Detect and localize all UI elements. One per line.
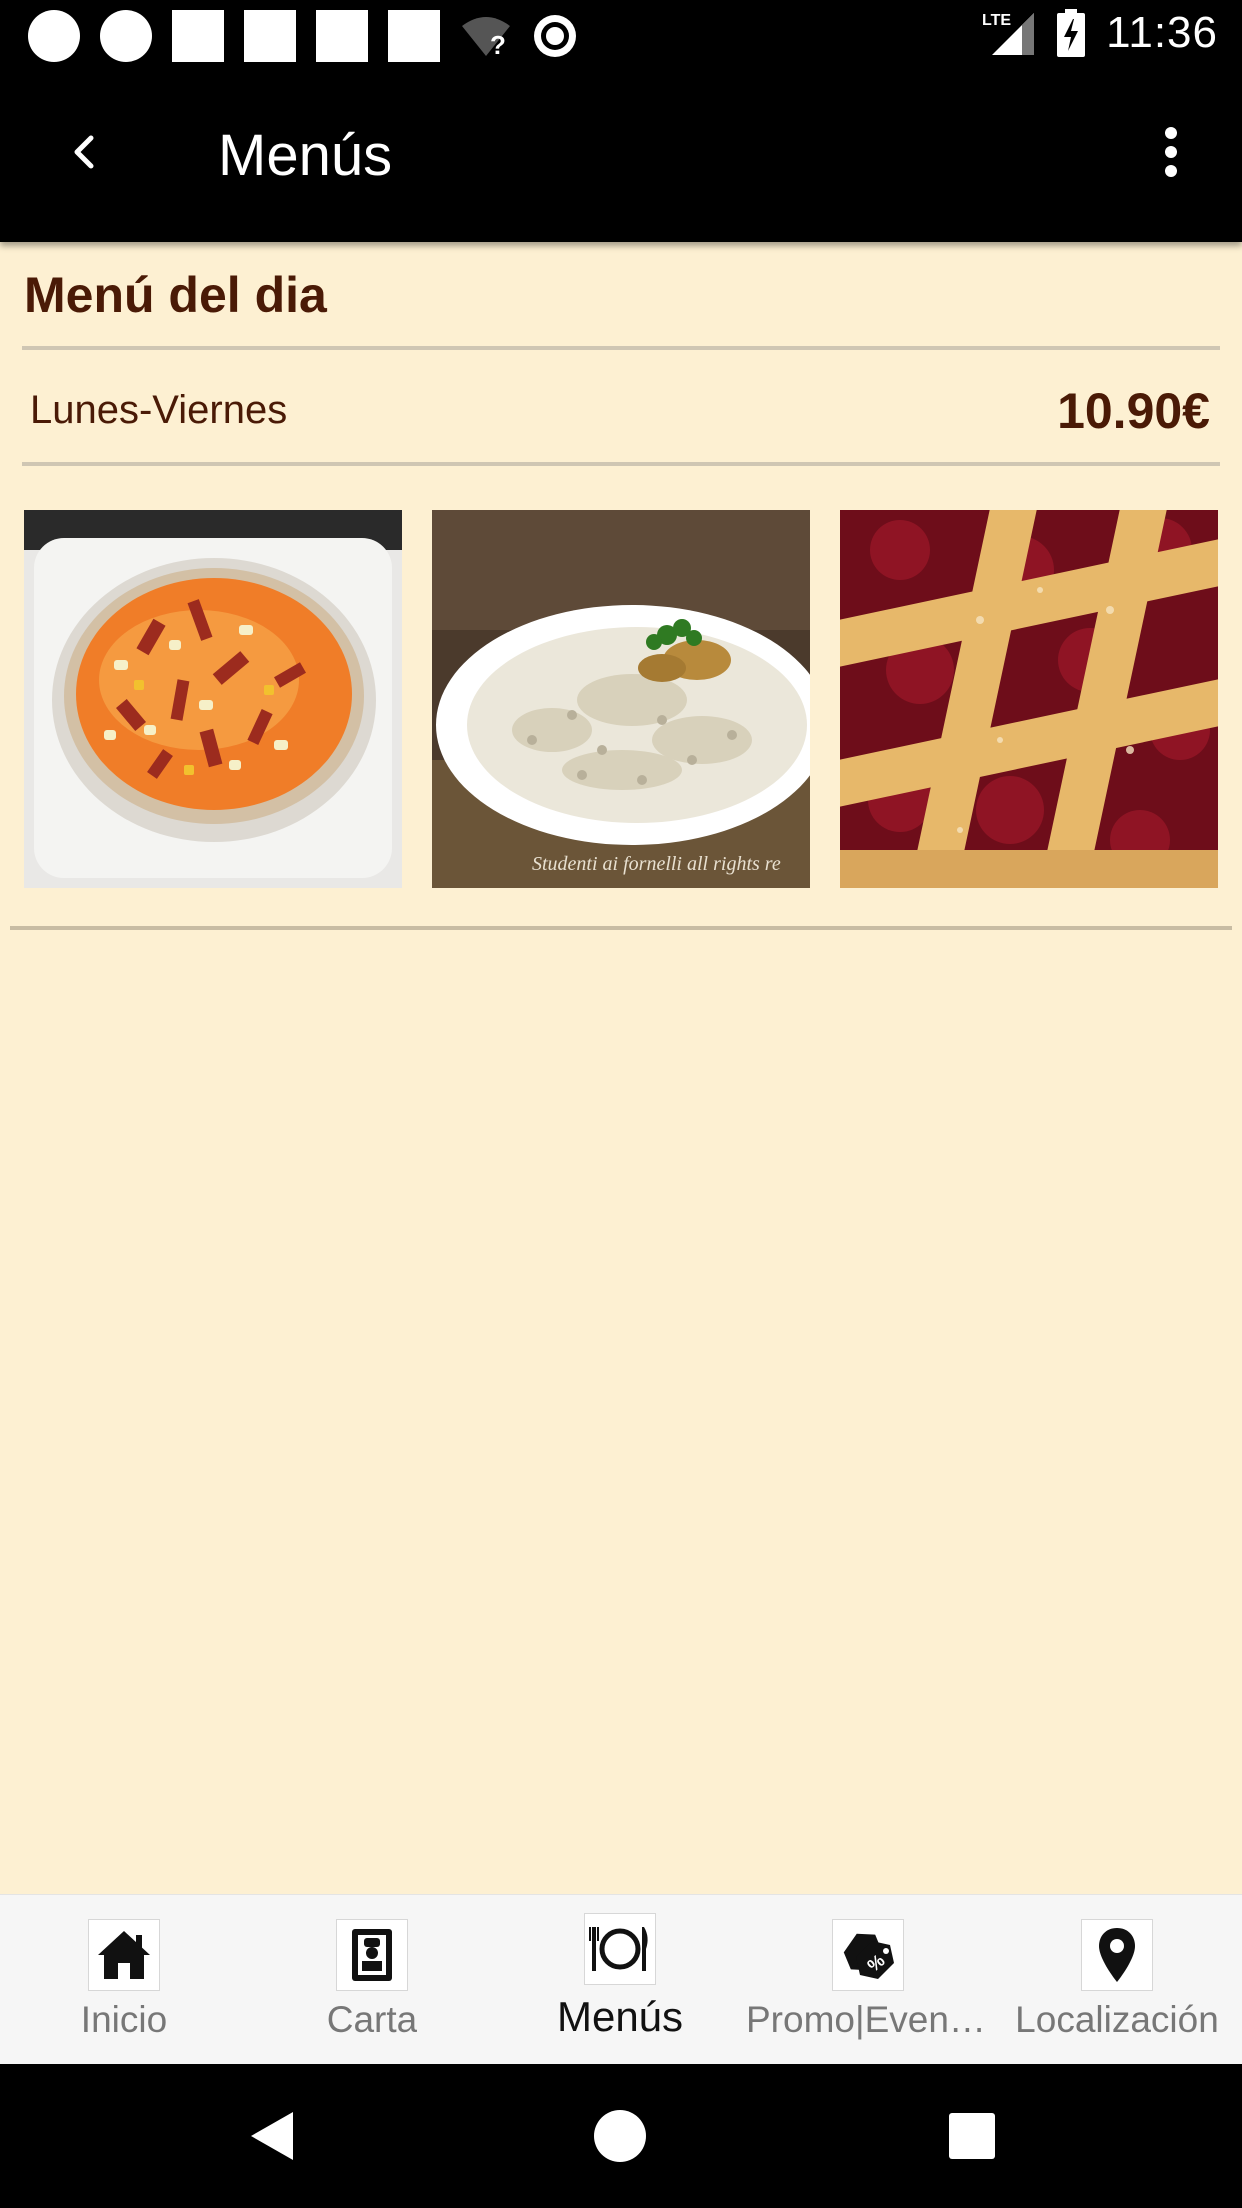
plate-cutlery-icon xyxy=(584,1913,656,1985)
map-pin-icon xyxy=(1081,1919,1153,1991)
notification-square-icon xyxy=(316,10,368,62)
notification-square-icon xyxy=(244,10,296,62)
app-bar: Menús xyxy=(0,72,1242,242)
price-tag-icon: % xyxy=(832,1919,904,1991)
nav-item-carta[interactable]: Carta xyxy=(248,1895,496,2065)
nav-label: Localización xyxy=(1015,1999,1219,2040)
status-bar: ? LTE 11:36 xyxy=(0,0,1242,72)
gazpacho-photo[interactable] xyxy=(24,510,402,888)
nav-label: Promo|Event… xyxy=(746,1999,990,2040)
nav-item-localizacion[interactable]: Localización xyxy=(992,1895,1242,2065)
nav-label: Inicio xyxy=(80,1999,168,2040)
system-home-button[interactable] xyxy=(588,2104,652,2168)
notification-square-icon xyxy=(388,10,440,62)
back-button[interactable] xyxy=(50,117,120,187)
system-recents-button[interactable] xyxy=(940,2104,1004,2168)
menu-title: Menú del dia xyxy=(24,267,327,323)
nav-label: Carta xyxy=(326,1999,418,2040)
notification-circle-icon xyxy=(100,10,152,62)
chevron-left-icon xyxy=(74,135,94,169)
bottom-navigation: Inicio Carta Menús % Promo|Event… Locali… xyxy=(0,1894,1242,2065)
clock: 11:36 xyxy=(1106,8,1218,57)
more-options-button[interactable] xyxy=(1136,117,1206,187)
system-back-button[interactable] xyxy=(240,2104,304,2168)
signal-lte-icon: LTE xyxy=(982,12,1035,55)
wifi-unknown-icon: ? xyxy=(462,17,510,58)
nav-item-inicio[interactable]: Inicio xyxy=(0,1895,248,2065)
risotto-photo[interactable]: Studenti ai fornelli all rights re xyxy=(432,510,810,888)
record-icon xyxy=(534,15,576,57)
notification-square-icon xyxy=(172,10,224,62)
nav-item-promo-events[interactable]: % Promo|Event… xyxy=(744,1895,992,2065)
square-recents-icon xyxy=(949,2113,995,2159)
chef-card-icon xyxy=(336,1919,408,1991)
nav-item-menus[interactable]: Menús xyxy=(496,1895,744,2065)
notification-icons: ? xyxy=(28,10,578,62)
page-title: Menús xyxy=(218,123,393,188)
divider xyxy=(22,462,1220,466)
divider xyxy=(10,926,1232,930)
screen: ? LTE 11:36 Menús Menú del dia Lunes-Vie… xyxy=(0,0,1242,2208)
svg-text:?: ? xyxy=(490,30,506,58)
more-vertical-icon xyxy=(1165,127,1177,177)
triangle-back-icon xyxy=(251,2112,293,2160)
circle-home-icon xyxy=(594,2110,646,2162)
network-type-label: LTE xyxy=(982,12,1011,29)
menu-price: 10.90€ xyxy=(1057,383,1210,439)
battery-charging-icon xyxy=(1057,9,1086,57)
divider xyxy=(22,346,1220,350)
notification-circle-icon xyxy=(28,10,80,62)
system-navigation-bar xyxy=(0,2064,1242,2208)
home-icon xyxy=(88,1919,160,1991)
cherry-pie-photo[interactable] xyxy=(840,510,1218,888)
menu-photos: Studenti ai fornelli all rights re xyxy=(24,510,1218,888)
status-right: LTE 11:36 xyxy=(982,8,1218,58)
menu-days: Lunes-Viernes xyxy=(30,388,288,432)
photo-watermark: Studenti ai fornelli all rights re xyxy=(532,853,781,875)
nav-label: Menús xyxy=(556,1993,684,2040)
